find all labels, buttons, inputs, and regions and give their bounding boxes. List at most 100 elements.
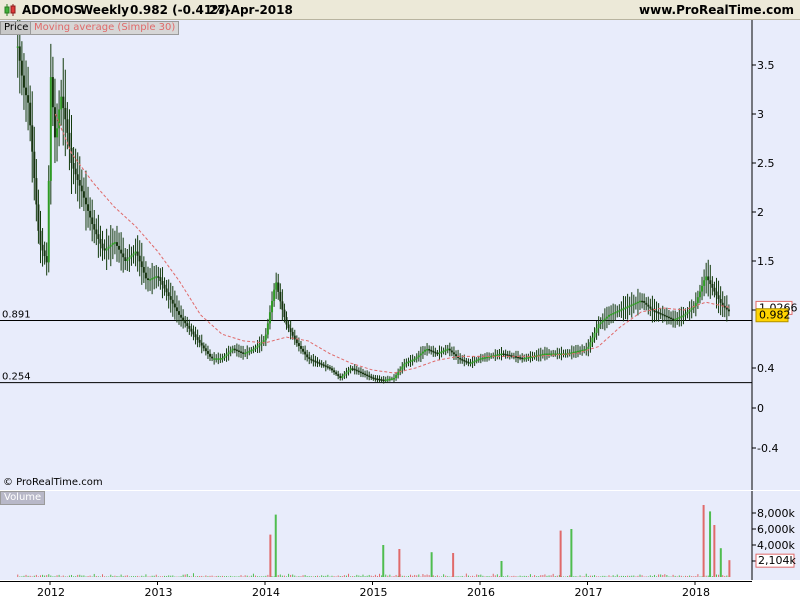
- volume-bar: [569, 575, 571, 577]
- reference-line-label: 0.891: [2, 310, 31, 321]
- volume-bar: [133, 576, 135, 577]
- candle-body: [173, 303, 176, 308]
- moving-average-label[interactable]: Moving average (Simple 30): [30, 21, 180, 35]
- volume-bar: [288, 573, 290, 577]
- volume-bar: [75, 576, 77, 577]
- candle-body: [632, 303, 635, 306]
- candle-body: [471, 361, 474, 364]
- volume-bar: [335, 576, 337, 577]
- price-chart[interactable]: -0.400.411.522.533.50.8910.2541.02660.98…: [0, 20, 800, 490]
- volume-panel[interactable]: 2,000k4,000k6,000k8,000k2,104k Volume: [0, 491, 800, 580]
- volume-bar: [457, 576, 459, 577]
- volume-bar: [281, 575, 283, 577]
- candle-body: [498, 353, 501, 356]
- candle-body: [31, 125, 34, 152]
- candle-body: [382, 379, 385, 382]
- volume-bar: [467, 575, 469, 577]
- candle-body: [182, 317, 185, 321]
- candle-body: [308, 357, 311, 359]
- candle-body: [68, 132, 71, 148]
- volume-bar: [658, 574, 660, 577]
- candle-body: [690, 308, 693, 310]
- volume-panel-label[interactable]: Volume: [0, 491, 46, 505]
- candle-body: [479, 358, 482, 360]
- price-panel[interactable]: -0.400.411.522.533.50.8910.2541.02660.98…: [0, 20, 800, 490]
- candle-body: [64, 107, 67, 120]
- volume-bar: [701, 576, 703, 577]
- candle-body: [33, 151, 36, 179]
- volume-bar: [333, 576, 335, 577]
- candle-body: [277, 282, 280, 292]
- candle-body: [643, 300, 646, 303]
- volume-bar: [585, 573, 587, 577]
- candle-body: [190, 328, 193, 332]
- candle-body: [674, 318, 677, 321]
- volume-bar: [188, 576, 190, 577]
- volume-bar: [50, 575, 52, 577]
- candle-body: [95, 229, 98, 235]
- volume-bar: [664, 574, 666, 577]
- candle-body: [384, 379, 387, 382]
- candle-body: [213, 358, 216, 360]
- volume-bar: [570, 529, 573, 577]
- candle-body: [359, 371, 362, 374]
- volume-bar: [486, 576, 488, 577]
- candle-body: [616, 311, 619, 313]
- candle-body: [299, 346, 302, 349]
- volume-bar: [647, 576, 649, 577]
- candle-body: [490, 355, 493, 358]
- candle-body: [620, 309, 623, 311]
- site-url[interactable]: www.ProRealTime.com: [639, 3, 794, 17]
- candle-body: [574, 351, 577, 353]
- candle-body: [237, 350, 240, 353]
- candle-body: [266, 323, 269, 335]
- candle-body: [405, 362, 408, 364]
- volume-bar: [668, 576, 670, 577]
- volume-bar: [507, 575, 509, 577]
- candle-body: [591, 337, 594, 343]
- volume-bar: [401, 575, 403, 577]
- candle-body: [209, 353, 212, 357]
- candle-body: [545, 353, 548, 355]
- volume-bar: [159, 576, 161, 577]
- candle-body: [275, 282, 278, 290]
- candle-body: [719, 299, 722, 303]
- volume-bar: [279, 574, 281, 577]
- volume-bar: [219, 576, 221, 577]
- volume-bar: [651, 576, 653, 577]
- candle-body: [25, 87, 28, 96]
- volume-chart[interactable]: 2,000k4,000k6,000k8,000k2,104k: [0, 491, 800, 580]
- volume-bar: [391, 576, 393, 577]
- candle-body: [548, 353, 551, 355]
- volume-bar: [149, 576, 151, 577]
- candle-body: [140, 261, 143, 268]
- volume-value-text: 2,104k: [758, 554, 796, 567]
- price-panel-label[interactable]: Price: [0, 21, 33, 35]
- candle-body: [146, 278, 149, 281]
- candle-body: [341, 376, 344, 378]
- candle-body: [115, 242, 118, 246]
- candle-body: [39, 230, 42, 245]
- candle-body: [194, 334, 197, 338]
- candle-body: [419, 353, 422, 356]
- volume-bar: [678, 575, 680, 577]
- volume-bar: [416, 575, 418, 577]
- volume-bar: [554, 576, 556, 577]
- candle-body: [713, 287, 716, 292]
- candle-body: [120, 249, 123, 254]
- candle-body: [504, 353, 507, 356]
- volume-bar: [52, 576, 54, 577]
- candle-body: [715, 291, 718, 296]
- volume-bar: [161, 576, 163, 577]
- candle-body: [76, 174, 79, 180]
- volume-bar: [46, 575, 48, 577]
- candle-body: [122, 253, 125, 258]
- candle-body: [244, 352, 247, 355]
- candle-body: [118, 245, 121, 250]
- candle-body: [84, 197, 87, 205]
- volume-bar: [579, 575, 581, 577]
- candle-body: [134, 251, 137, 254]
- price-tick-label: 0: [757, 402, 764, 415]
- volume-bar: [426, 574, 428, 577]
- volume-bar: [87, 576, 89, 577]
